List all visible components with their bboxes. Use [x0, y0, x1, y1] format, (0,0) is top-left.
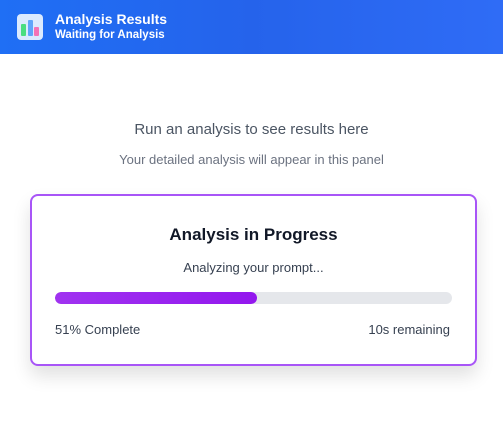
empty-state-message: Run an analysis to see results here: [134, 121, 369, 138]
app-title: Analysis Results: [55, 11, 168, 28]
empty-state-detail: Your detailed analysis will appear in th…: [119, 152, 384, 167]
progress-card: Analysis in Progress Analyzing your prom…: [30, 194, 477, 366]
progress-percent: 51% Complete: [55, 322, 141, 337]
bar-chart-icon: [17, 14, 43, 40]
app-subtitle: Waiting for Analysis: [55, 29, 165, 42]
progress-track: [55, 292, 452, 304]
header-titles: Analysis Results Waiting for Analysis: [55, 12, 167, 42]
progress-fill: [55, 292, 258, 304]
time-remaining: 10s remaining: [368, 322, 450, 337]
progress-title: Analysis in Progress: [169, 225, 338, 244]
progress-status: Analyzing your prompt...: [183, 260, 324, 275]
app-header: Analysis Results Waiting for Analysis: [0, 0, 503, 54]
